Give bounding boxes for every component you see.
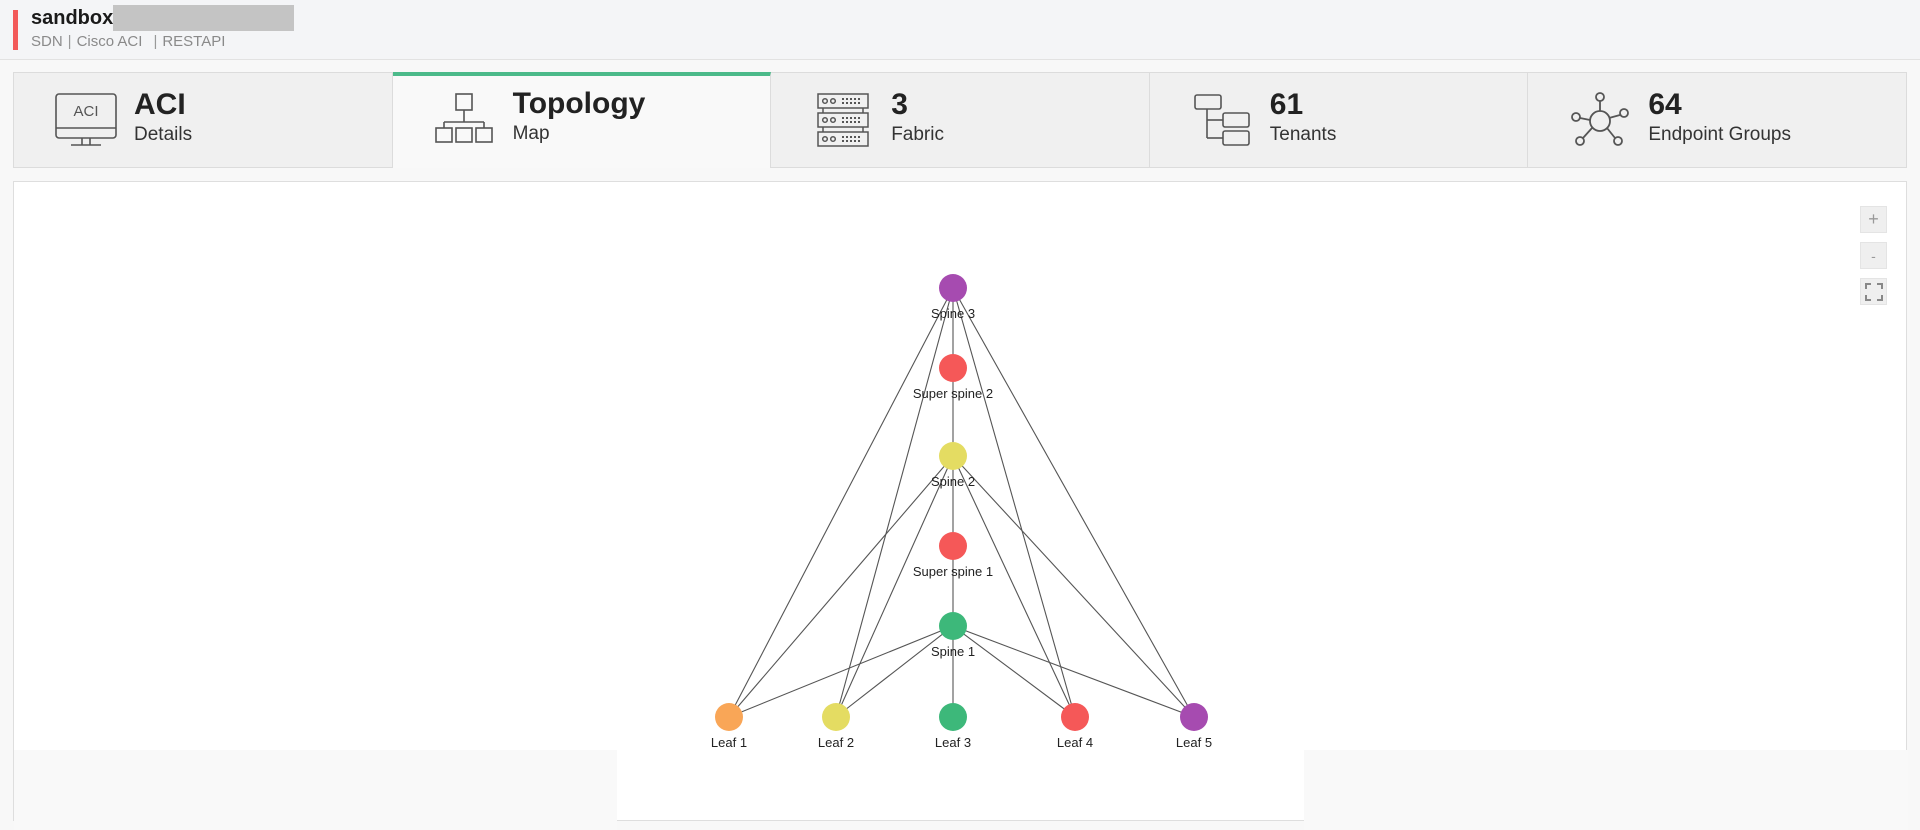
tab-epg-value: 64 — [1648, 88, 1682, 121]
svg-text:ACI: ACI — [73, 103, 98, 120]
tab-tenants-value: 61 — [1269, 88, 1304, 121]
tab-topology[interactable]: Topology Map — [392, 72, 772, 168]
tab-endpoint-groups[interactable]: 64 Endpoint Groups — [1528, 72, 1907, 168]
node-label: Spine 2 — [931, 474, 975, 489]
redacted-text — [113, 5, 295, 31]
topology-link-spine1-leaf4 — [952, 625, 1076, 718]
topology-link-spine2-leaf2 — [835, 455, 954, 718]
node-circle[interactable] — [939, 612, 967, 640]
topology-node-spine3[interactable]: Spine 3 — [931, 274, 975, 321]
node-circle[interactable] — [939, 532, 967, 560]
node-label: Leaf 5 — [1176, 735, 1212, 750]
node-label: Leaf 2 — [818, 735, 854, 750]
node-label: Spine 1 — [931, 644, 975, 659]
tab-topology-value: Topology — [512, 87, 646, 120]
node-circle[interactable] — [822, 703, 850, 731]
tab-details-value: ACI — [134, 88, 186, 121]
header-accent-bar — [13, 10, 18, 50]
breadcrumb: SDN | Cisco ACI | RESTAPI — [31, 33, 226, 50]
tab-details-label: Details — [134, 124, 193, 145]
breadcrumb-category: SDN — [31, 33, 63, 50]
hierarchy-icon — [433, 90, 497, 150]
node-circle[interactable] — [939, 442, 967, 470]
tab-details[interactable]: ACI ACI Details — [13, 72, 393, 168]
topology-panel: Spine 3 Super spine 2 Spine 2 Super spine 1… — [13, 181, 1908, 830]
node-circle[interactable] — [939, 354, 967, 382]
topology-node-leaf4[interactable]: Leaf 4 — [1057, 703, 1093, 750]
node-circle[interactable] — [939, 703, 967, 731]
fit-screen-button[interactable] — [1860, 278, 1887, 305]
topology-node-superspine1[interactable]: Super spine 1 — [913, 532, 993, 579]
tab-fabric-value: 3 — [891, 88, 908, 121]
topology-link-spine1-leaf1 — [728, 625, 954, 718]
zoom-out-button[interactable]: - — [1860, 242, 1887, 269]
node-label: Spine 3 — [931, 306, 975, 321]
page-header: sandbox SDN | Cisco ACI | RESTAPI — [0, 0, 1920, 60]
topology-node-leaf1[interactable]: Leaf 1 — [711, 703, 747, 750]
node-label: Leaf 4 — [1057, 735, 1093, 750]
topology-link-spine2-leaf5 — [952, 455, 1195, 718]
tab-topology-label: Map — [512, 123, 550, 144]
topology-node-spine1[interactable]: Spine 1 — [931, 612, 975, 659]
node-circle[interactable] — [1180, 703, 1208, 731]
breadcrumb-protocol: RESTAPI — [162, 33, 226, 50]
topology-link-spine2-leaf1 — [728, 455, 954, 718]
node-circle[interactable] — [939, 274, 967, 302]
topology-node-leaf2[interactable]: Leaf 2 — [818, 703, 854, 750]
breadcrumb-type: Cisco ACI — [76, 33, 143, 50]
node-label: Super spine 2 — [913, 386, 993, 401]
tab-tenants[interactable]: 61 Tenants — [1149, 72, 1529, 168]
monitor-name: sandbox — [31, 6, 114, 29]
topology-node-superspine2[interactable]: Super spine 2 — [913, 354, 993, 401]
fit-screen-icon — [1864, 282, 1883, 301]
topology-link-spine2-leaf4 — [952, 455, 1076, 718]
topology-node-leaf3[interactable]: Leaf 3 — [935, 703, 971, 750]
tab-fabric-label: Fabric — [891, 124, 944, 145]
topology-map[interactable]: Spine 3 Super spine 2 Spine 2 Super spine 1… — [14, 182, 1908, 822]
tab-epg-label: Endpoint Groups — [1648, 124, 1791, 145]
tree-icon — [1190, 90, 1254, 150]
topology-node-leaf5[interactable]: Leaf 5 — [1176, 703, 1212, 750]
node-label: Super spine 1 — [913, 564, 993, 579]
node-circle[interactable] — [715, 703, 743, 731]
summary-tabs: ACI ACI Details Topology Map 3 Fabric 61… — [13, 72, 1907, 168]
topology-link-spine1-leaf2 — [835, 625, 954, 718]
monitor-aci-icon: ACI — [54, 90, 118, 150]
server-rack-icon — [811, 90, 875, 150]
node-label: Leaf 3 — [935, 735, 971, 750]
node-label: Leaf 1 — [711, 735, 747, 750]
page-title: sandbox — [31, 5, 295, 31]
tab-fabric[interactable]: 3 Fabric — [771, 72, 1150, 168]
tab-tenants-label: Tenants — [1269, 124, 1337, 145]
network-hub-icon — [1568, 90, 1632, 150]
node-circle[interactable] — [1061, 703, 1089, 731]
zoom-in-button[interactable]: + — [1860, 206, 1887, 233]
topology-node-spine2[interactable]: Spine 2 — [931, 442, 975, 489]
